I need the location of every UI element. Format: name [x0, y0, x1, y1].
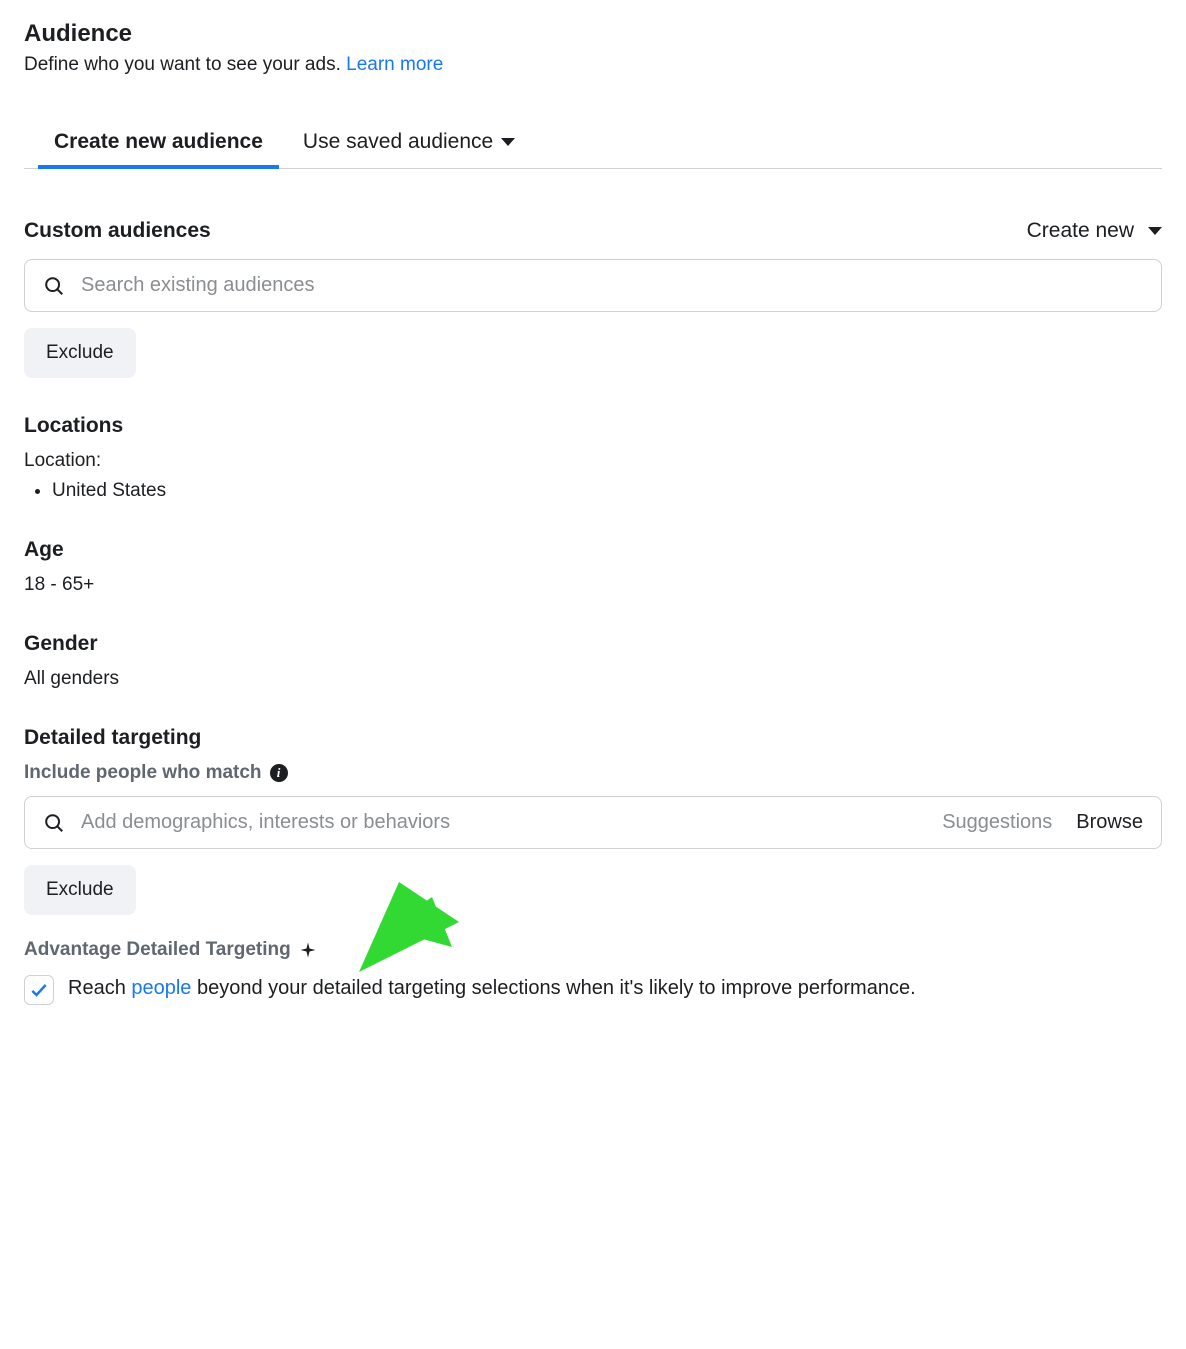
- age-value: 18 - 65+: [24, 574, 1162, 596]
- browse-button[interactable]: Browse: [1076, 811, 1143, 834]
- suggestions-button[interactable]: Suggestions: [942, 811, 1052, 834]
- info-icon[interactable]: i: [270, 764, 288, 782]
- audience-title: Audience: [24, 20, 1162, 48]
- location-sublabel: Location:: [24, 450, 1162, 472]
- gender-label: Gender: [24, 632, 1162, 656]
- advantage-checkbox[interactable]: [24, 975, 54, 1005]
- custom-audiences-search[interactable]: [24, 259, 1162, 312]
- location-item: United States: [52, 480, 1162, 502]
- tab-use-saved-audience[interactable]: Use saved audience: [303, 116, 515, 168]
- exclude-targeting-button[interactable]: Exclude: [24, 865, 136, 915]
- sparkle-icon: [299, 941, 317, 959]
- advantage-targeting-label: Advantage Detailed Targeting: [24, 939, 1162, 961]
- tab-create-new-audience[interactable]: Create new audience: [54, 116, 263, 168]
- search-icon: [43, 275, 65, 297]
- advantage-text-suffix: beyond your detailed targeting selection…: [191, 977, 915, 999]
- audience-description: Define who you want to see your ads. Lea…: [24, 54, 1162, 76]
- audience-desc-text: Define who you want to see your ads.: [24, 54, 341, 75]
- learn-more-link[interactable]: Learn more: [346, 54, 443, 75]
- exclude-custom-button[interactable]: Exclude: [24, 328, 136, 378]
- advantage-description: Reach people beyond your detailed target…: [68, 973, 916, 1003]
- custom-audiences-search-input[interactable]: [81, 274, 1143, 297]
- include-people-label: Include people who match i: [24, 762, 1162, 784]
- people-link[interactable]: people: [131, 977, 191, 999]
- include-text: Include people who match: [24, 762, 262, 784]
- gender-value: All genders: [24, 668, 1162, 690]
- location-list: United States: [24, 480, 1162, 502]
- detailed-targeting-input[interactable]: [81, 811, 926, 834]
- age-label: Age: [24, 538, 1162, 562]
- chevron-down-icon: [501, 138, 515, 146]
- detailed-targeting-input-box[interactable]: Suggestions Browse: [24, 796, 1162, 849]
- custom-audiences-label: Custom audiences: [24, 219, 211, 243]
- advantage-text-prefix: Reach: [68, 977, 131, 999]
- tab-create-label: Create new audience: [54, 130, 263, 154]
- create-new-dropdown[interactable]: Create new: [1027, 219, 1162, 243]
- create-new-label: Create new: [1027, 219, 1134, 243]
- tab-saved-label: Use saved audience: [303, 130, 493, 154]
- locations-label: Locations: [24, 414, 1162, 438]
- advantage-label-text: Advantage Detailed Targeting: [24, 939, 291, 961]
- detailed-targeting-label: Detailed targeting: [24, 726, 1162, 750]
- audience-tabs: Create new audience Use saved audience: [24, 116, 1162, 169]
- search-icon: [43, 812, 65, 834]
- chevron-down-icon: [1148, 227, 1162, 235]
- check-icon: [29, 980, 49, 1000]
